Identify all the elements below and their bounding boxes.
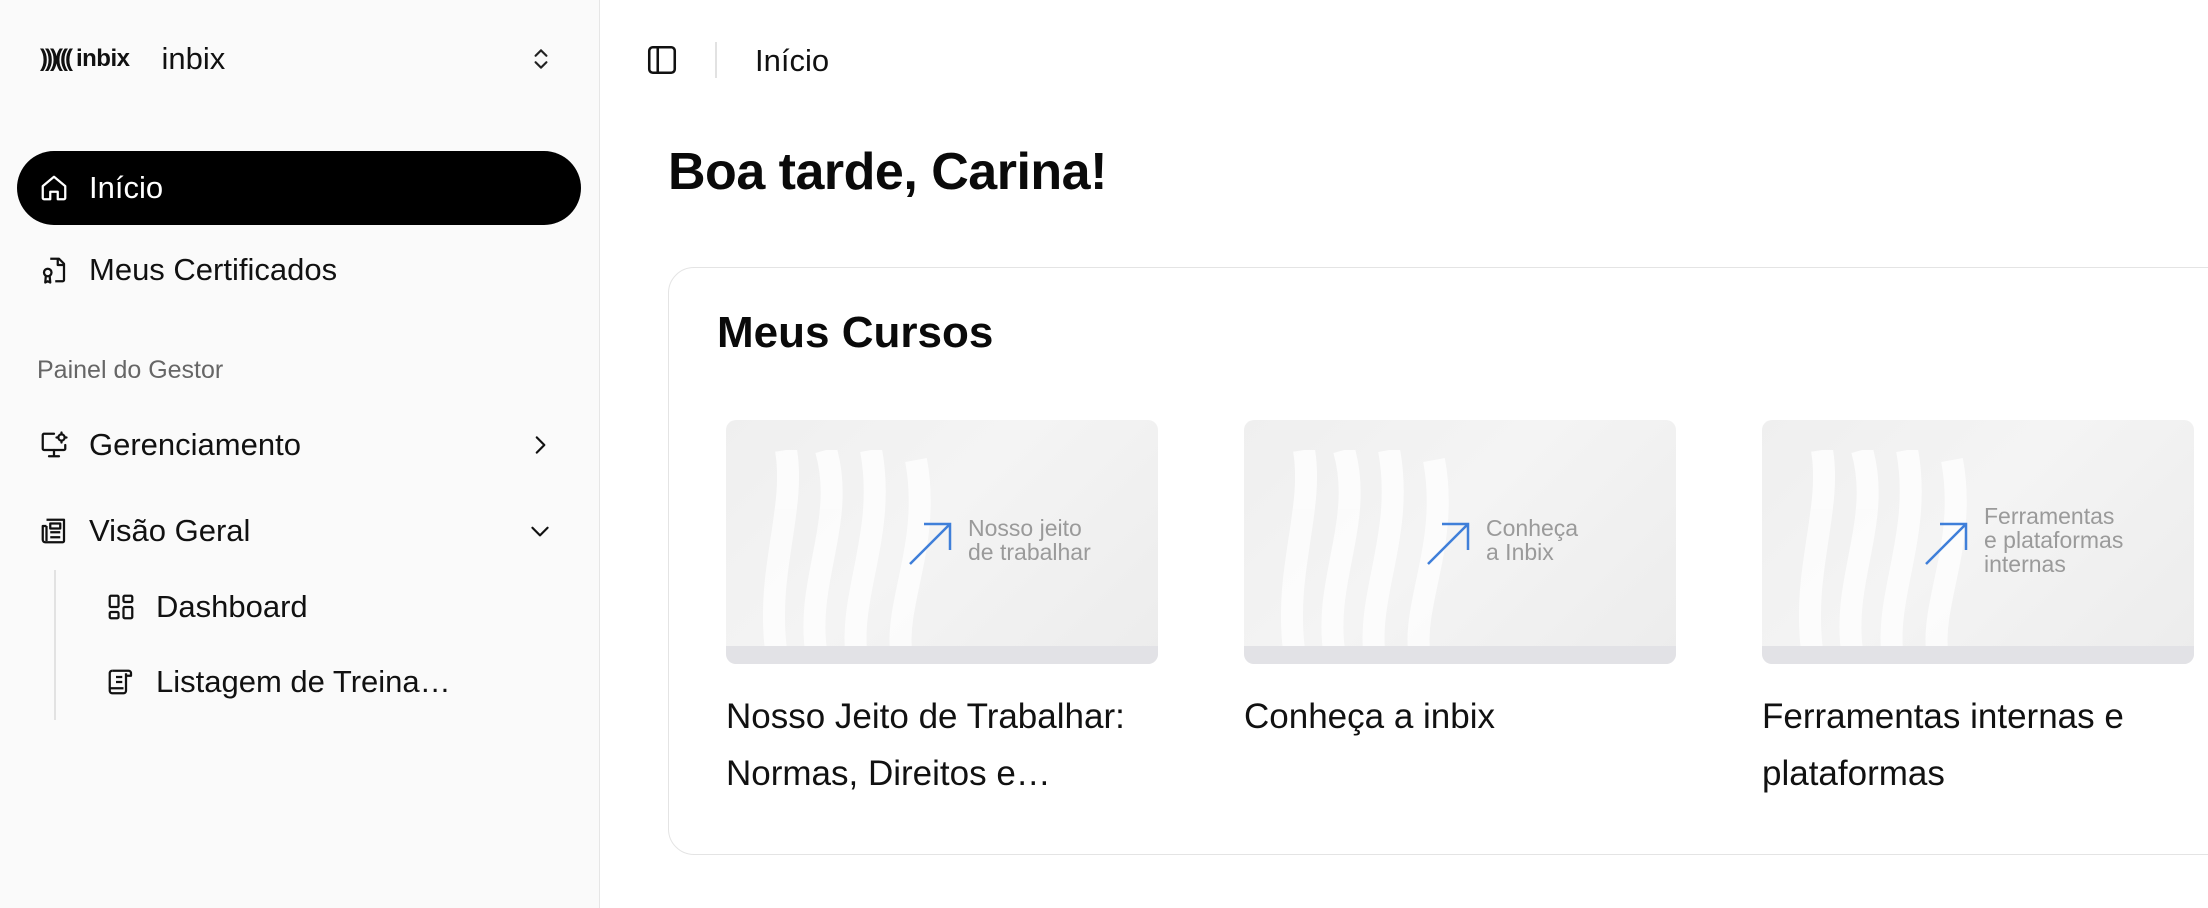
sidebar-item-label: Listagem de Treina… — [156, 664, 451, 699]
course-card[interactable]: Conheça a Inbix Conheça a inbix — [1244, 420, 1676, 745]
scroll-list-icon — [104, 665, 138, 699]
course-thumbnail: Nosso jeito de trabalhar — [726, 420, 1158, 664]
logo-waves: )))((( — [40, 45, 73, 72]
workspace-name: inbix — [161, 41, 226, 76]
certificate-icon — [37, 253, 71, 287]
breadcrumb: Início — [755, 43, 830, 78]
thumbnail-text: Nosso jeito de trabalhar — [968, 515, 1091, 565]
progress-bar — [1244, 646, 1676, 664]
chevrons-up-down-icon[interactable] — [522, 40, 560, 78]
thumbnail-text: Conheça a Inbix — [1486, 515, 1579, 565]
course-title: Ferramentas internas e plataformas — [1762, 697, 2124, 793]
sidebar-item-visao-geral[interactable]: Visão Geral — [17, 494, 581, 568]
course-card[interactable]: Ferramentas e plataformas internas Ferra… — [1762, 420, 2194, 802]
chevron-right-icon — [523, 428, 557, 462]
progress-bar — [1762, 646, 2194, 664]
section-label: Painel do Gestor — [37, 356, 224, 384]
course-title: Nosso Jeito de Trabalhar: Normas, Direit… — [726, 697, 1125, 793]
topbar: Início — [600, 0, 2208, 120]
home-icon — [37, 171, 71, 205]
course-card[interactable]: Nosso jeito de trabalhar Nosso Jeito de … — [726, 420, 1158, 802]
sidebar-item-label: Gerenciamento — [89, 427, 301, 462]
sidebar: )))((( inbix inbix Início Meus Certifica… — [0, 0, 600, 908]
sidebar-item-label: Início — [89, 170, 164, 205]
course-thumbnail: Ferramentas e plataformas internas — [1762, 420, 2194, 664]
newspaper-icon — [37, 514, 71, 548]
arrow-up-right-icon — [1925, 522, 1968, 565]
sidebar-item-label: Visão Geral — [89, 513, 251, 548]
course-title: Conheça a inbix — [1244, 697, 1495, 736]
thumbnail-text: Ferramentas e plataformas internas — [1984, 503, 2124, 577]
workspace-switcher[interactable]: )))((( inbix inbix — [40, 36, 560, 82]
logo-text: inbix — [75, 45, 130, 72]
course-thumbnail: Conheça a Inbix — [1244, 420, 1676, 664]
sidebar-item-inicio[interactable]: Início — [17, 151, 581, 225]
sidebar-item-certificados[interactable]: Meus Certificados — [17, 233, 581, 307]
sidebar-toggle-icon[interactable] — [644, 42, 680, 78]
arrow-up-right-icon — [1427, 522, 1470, 565]
my-courses-card: Meus Cursos Nosso jeito de trabalhar Nos… — [668, 267, 2208, 855]
section-title: Meus Cursos — [717, 308, 994, 357]
ribbon-background-image — [1798, 450, 1967, 650]
dashboard-grid-icon — [104, 590, 138, 624]
progress-bar — [726, 646, 1158, 664]
sidebar-item-label: Meus Certificados — [89, 252, 338, 287]
sidebar-item-listagem[interactable]: Listagem de Treina… — [84, 649, 564, 715]
monitor-settings-icon — [37, 428, 71, 462]
submenu-guide-line — [54, 570, 56, 720]
sidebar-item-gerenciamento[interactable]: Gerenciamento — [17, 408, 581, 482]
brand-logo: )))((( inbix — [40, 45, 130, 73]
arrow-up-right-icon — [909, 522, 952, 565]
topbar-divider — [715, 42, 717, 78]
page-title: Boa tarde, Carina! — [668, 143, 1107, 201]
sidebar-item-dashboard[interactable]: Dashboard — [84, 574, 564, 640]
chevron-down-icon — [523, 514, 557, 548]
sidebar-item-label: Dashboard — [156, 589, 308, 624]
